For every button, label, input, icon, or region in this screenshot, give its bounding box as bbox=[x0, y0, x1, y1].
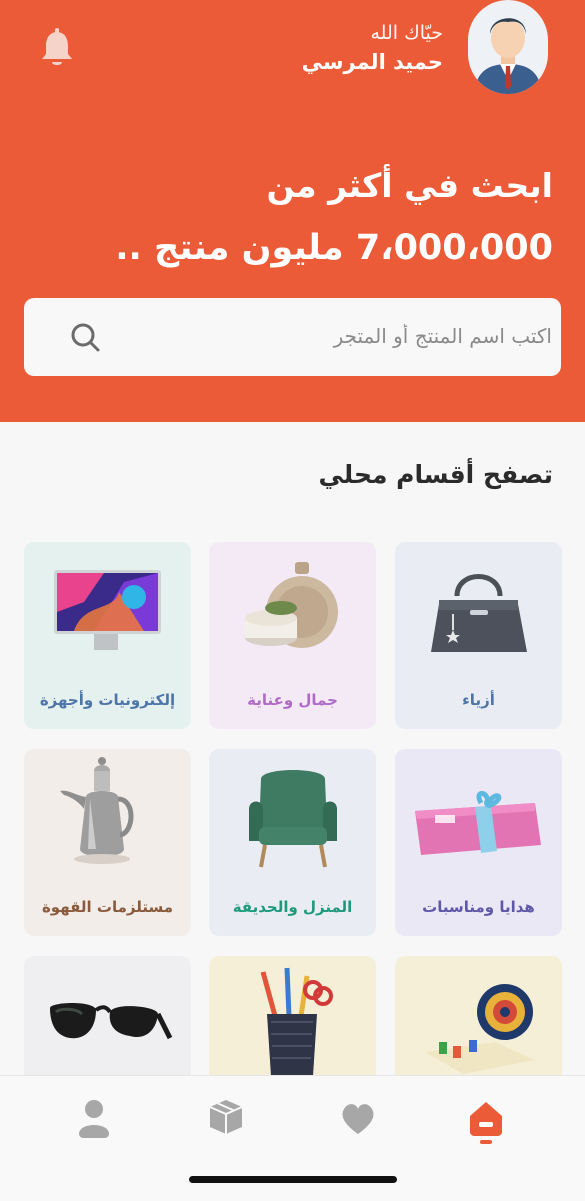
notifications-button[interactable] bbox=[40, 28, 74, 68]
perfume-icon bbox=[245, 562, 338, 648]
category-card-electronics[interactable]: إلكترونيات وأجهزة bbox=[24, 542, 191, 729]
home-indicator bbox=[189, 1176, 397, 1183]
category-card-gifts[interactable]: هدايا ومناسبات bbox=[395, 749, 562, 936]
user-avatar-icon bbox=[468, 0, 548, 94]
tab-home[interactable] bbox=[466, 1096, 506, 1146]
bell-icon bbox=[42, 28, 72, 65]
handbag-icon bbox=[431, 574, 527, 652]
category-card-beauty[interactable]: جمال وعناية bbox=[209, 542, 376, 729]
heart-icon bbox=[342, 1104, 374, 1134]
tab-orders[interactable] bbox=[206, 1096, 246, 1146]
category-label: إلكترونيات وأجهزة bbox=[39, 691, 176, 709]
category-card-fashion[interactable]: أزياء bbox=[395, 542, 562, 729]
headline-line-2: 7،000،000 مليون منتج .. bbox=[115, 228, 553, 268]
header: حيّاك الله حميد المرسي ابحث في أكثر من 7… bbox=[0, 0, 585, 422]
search-icon[interactable] bbox=[68, 320, 102, 354]
person-icon bbox=[79, 1100, 109, 1138]
greeting-text: حيّاك الله bbox=[370, 22, 443, 44]
category-card-coffee[interactable]: مستلزمات القهوة bbox=[24, 749, 191, 936]
section-title: تصفح أقسام محلي bbox=[318, 460, 553, 489]
category-label: المنزل والحديقة bbox=[232, 898, 353, 916]
user-name: حميد المرسي bbox=[301, 50, 443, 74]
tab-favorites[interactable] bbox=[338, 1096, 378, 1146]
category-label: مستلزمات القهوة bbox=[41, 898, 174, 916]
category-card-home-garden[interactable]: المنزل والحديقة bbox=[209, 749, 376, 936]
category-label: هدايا ومناسبات bbox=[422, 898, 535, 916]
greeting-block: حيّاك الله حميد المرسي bbox=[183, 18, 443, 76]
category-label: أزياء bbox=[462, 691, 495, 709]
home-icon bbox=[470, 1102, 502, 1144]
category-label: جمال وعناية bbox=[247, 691, 338, 709]
headline-line-1: ابحث في أكثر من bbox=[266, 166, 553, 205]
search-bar[interactable] bbox=[24, 298, 561, 376]
box-icon bbox=[209, 1100, 243, 1134]
gift-box-icon bbox=[415, 791, 541, 855]
armchair-icon bbox=[249, 770, 337, 868]
avatar[interactable] bbox=[468, 0, 548, 94]
coffee-pot-icon bbox=[60, 757, 134, 864]
tab-profile[interactable] bbox=[74, 1096, 114, 1146]
search-input[interactable] bbox=[104, 312, 560, 360]
monitor-icon bbox=[54, 570, 161, 650]
